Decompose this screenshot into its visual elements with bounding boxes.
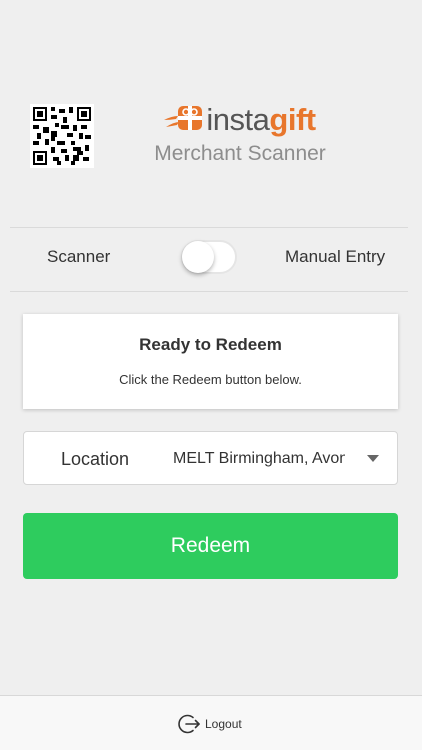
brand-prefix: insta xyxy=(206,101,270,137)
brand-block: instagift Merchant Scanner xyxy=(140,100,340,166)
location-label: Location xyxy=(61,449,130,469)
manual-entry-label: Manual Entry xyxy=(285,247,386,266)
logout-icon xyxy=(178,714,200,734)
logout-label: Logout xyxy=(205,717,242,731)
instagift-logo: instagift xyxy=(140,100,340,138)
divider-bottom xyxy=(10,291,408,292)
footer-bar: Logout xyxy=(0,695,422,750)
brand-suffix: gift xyxy=(269,101,316,137)
toggle-knob xyxy=(182,241,214,273)
gift-bow-icon xyxy=(164,106,203,130)
brand-wordmark: instagift xyxy=(206,101,316,137)
status-title: Ready to Redeem xyxy=(139,335,282,354)
redeem-button[interactable]: Redeem xyxy=(23,513,398,579)
header: instagift Merchant Scanner xyxy=(0,100,422,175)
status-message: Click the Redeem button below. xyxy=(119,372,302,387)
status-card: Ready to Redeem Click the Redeem button … xyxy=(23,314,398,409)
qr-code-icon xyxy=(30,104,94,168)
location-select[interactable]: Location MELT Birmingham, Avon xyxy=(23,431,398,485)
logout-button[interactable]: Logout xyxy=(178,712,242,736)
location-value: MELT Birmingham, Avon xyxy=(173,450,345,467)
mode-toggle-switch[interactable] xyxy=(181,240,237,274)
scanner-label: Scanner xyxy=(47,247,111,266)
mode-toggle-row: Scanner Manual Entry xyxy=(0,228,422,290)
chevron-down-icon xyxy=(367,455,379,462)
page-subtitle: Merchant Scanner xyxy=(154,142,326,165)
